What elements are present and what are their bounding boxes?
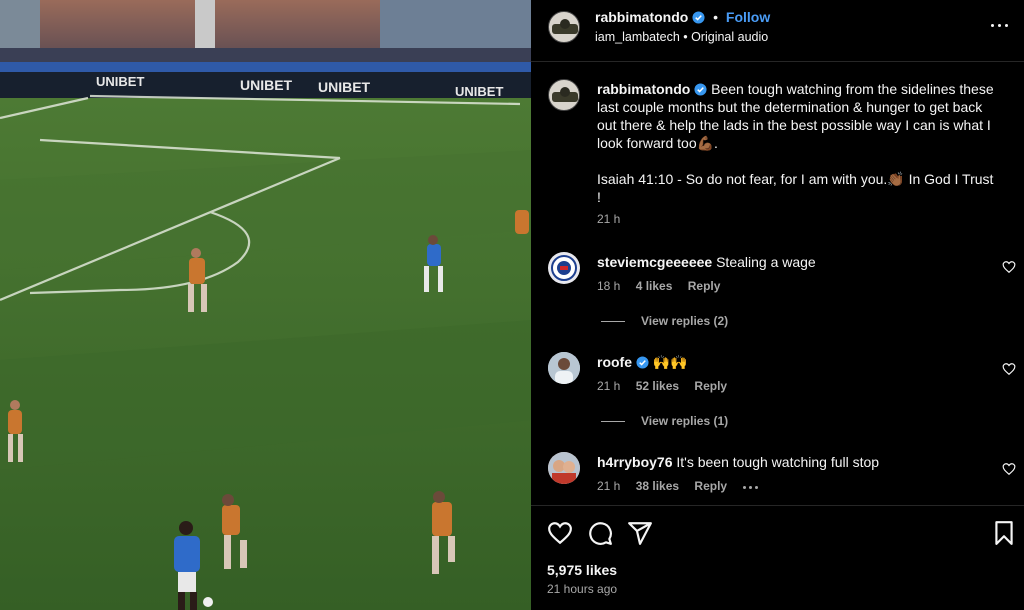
more-options-icon[interactable]	[990, 18, 1010, 34]
view-replies-button[interactable]: View replies (2)	[601, 314, 728, 328]
verified-badge-icon	[694, 83, 707, 96]
comment-text: Stealing a wage	[716, 254, 816, 270]
like-comment-heart-icon[interactable]	[1002, 362, 1016, 376]
football-pitch-frame: UNIBET UNIBET UNIBET UNIBET	[0, 0, 531, 610]
post-timestamp[interactable]: 21 hours ago	[547, 582, 617, 596]
commenter-avatar[interactable]	[548, 452, 580, 484]
post-video[interactable]: UNIBET UNIBET UNIBET UNIBET	[0, 0, 531, 610]
commenter-avatar[interactable]	[548, 252, 580, 284]
comment-bubble-icon[interactable]	[587, 520, 613, 546]
comment-likes[interactable]: 52 likes	[636, 379, 679, 393]
comment-text: It's been tough watching full stop	[676, 454, 880, 470]
author-username[interactable]: rabbimatondo	[595, 9, 688, 25]
separator-dot: •	[713, 9, 719, 25]
verified-badge-icon	[692, 11, 705, 24]
comment-text: 🙌🙌	[652, 354, 688, 370]
reply-button[interactable]: Reply	[694, 479, 727, 493]
ad-board-text: UNIBET	[96, 74, 144, 89]
caption-avatar[interactable]	[548, 79, 580, 111]
author-avatar[interactable]	[548, 11, 580, 43]
comment-time[interactable]: 18 h	[597, 279, 620, 293]
caption-username[interactable]: rabbimatondo	[597, 81, 690, 97]
comment-username[interactable]: h4rryboy76	[597, 454, 672, 470]
comment-likes[interactable]: 38 likes	[636, 479, 679, 493]
author-line: rabbimatondo • Follow	[595, 9, 770, 25]
like-heart-icon[interactable]	[547, 520, 573, 546]
like-comment-heart-icon[interactable]	[1002, 260, 1016, 274]
reply-button[interactable]: Reply	[694, 379, 727, 393]
replies-divider	[601, 421, 625, 423]
like-comment-heart-icon[interactable]	[1002, 462, 1016, 476]
ad-board-text: UNIBET	[455, 84, 503, 99]
comment-username[interactable]: steviemcgeeeeee	[597, 254, 712, 270]
comment-options-icon[interactable]	[742, 481, 760, 493]
view-replies-label: View replies (2)	[641, 314, 729, 328]
follow-button[interactable]: Follow	[726, 9, 770, 25]
save-bookmark-icon[interactable]	[991, 520, 1017, 546]
commenter-avatar[interactable]	[548, 352, 580, 384]
ad-board-text: UNIBET	[318, 79, 371, 95]
ad-board-text: UNIBET	[240, 77, 293, 93]
view-replies-button[interactable]: View replies (1)	[601, 414, 728, 428]
post-actions-footer: 5,975 likes 21 hours ago	[531, 505, 1024, 610]
post-header: rabbimatondo • Follow iam_lambatech • Or…	[531, 0, 1024, 62]
view-replies-label: View replies (1)	[641, 414, 729, 428]
post-caption: rabbimatondo Been tough watching from th…	[597, 80, 997, 206]
share-send-icon[interactable]	[627, 520, 653, 546]
caption-verse: Isaiah 41:10 - So do not fear, for I am …	[597, 171, 994, 205]
comment-username[interactable]: roofe	[597, 354, 632, 370]
post-like-count[interactable]: 5,975 likes	[547, 562, 617, 578]
comment-time[interactable]: 21 h	[597, 379, 620, 393]
reply-button[interactable]: Reply	[688, 279, 721, 293]
audio-credit[interactable]: iam_lambatech • Original audio	[595, 30, 768, 44]
verified-badge-icon	[636, 356, 649, 369]
replies-divider	[601, 321, 625, 323]
caption-timestamp[interactable]: 21 h	[597, 212, 620, 226]
comment-time[interactable]: 21 h	[597, 479, 620, 493]
post-details-panel: rabbimatondo • Follow iam_lambatech • Or…	[531, 0, 1024, 610]
comment-likes[interactable]: 4 likes	[636, 279, 673, 293]
